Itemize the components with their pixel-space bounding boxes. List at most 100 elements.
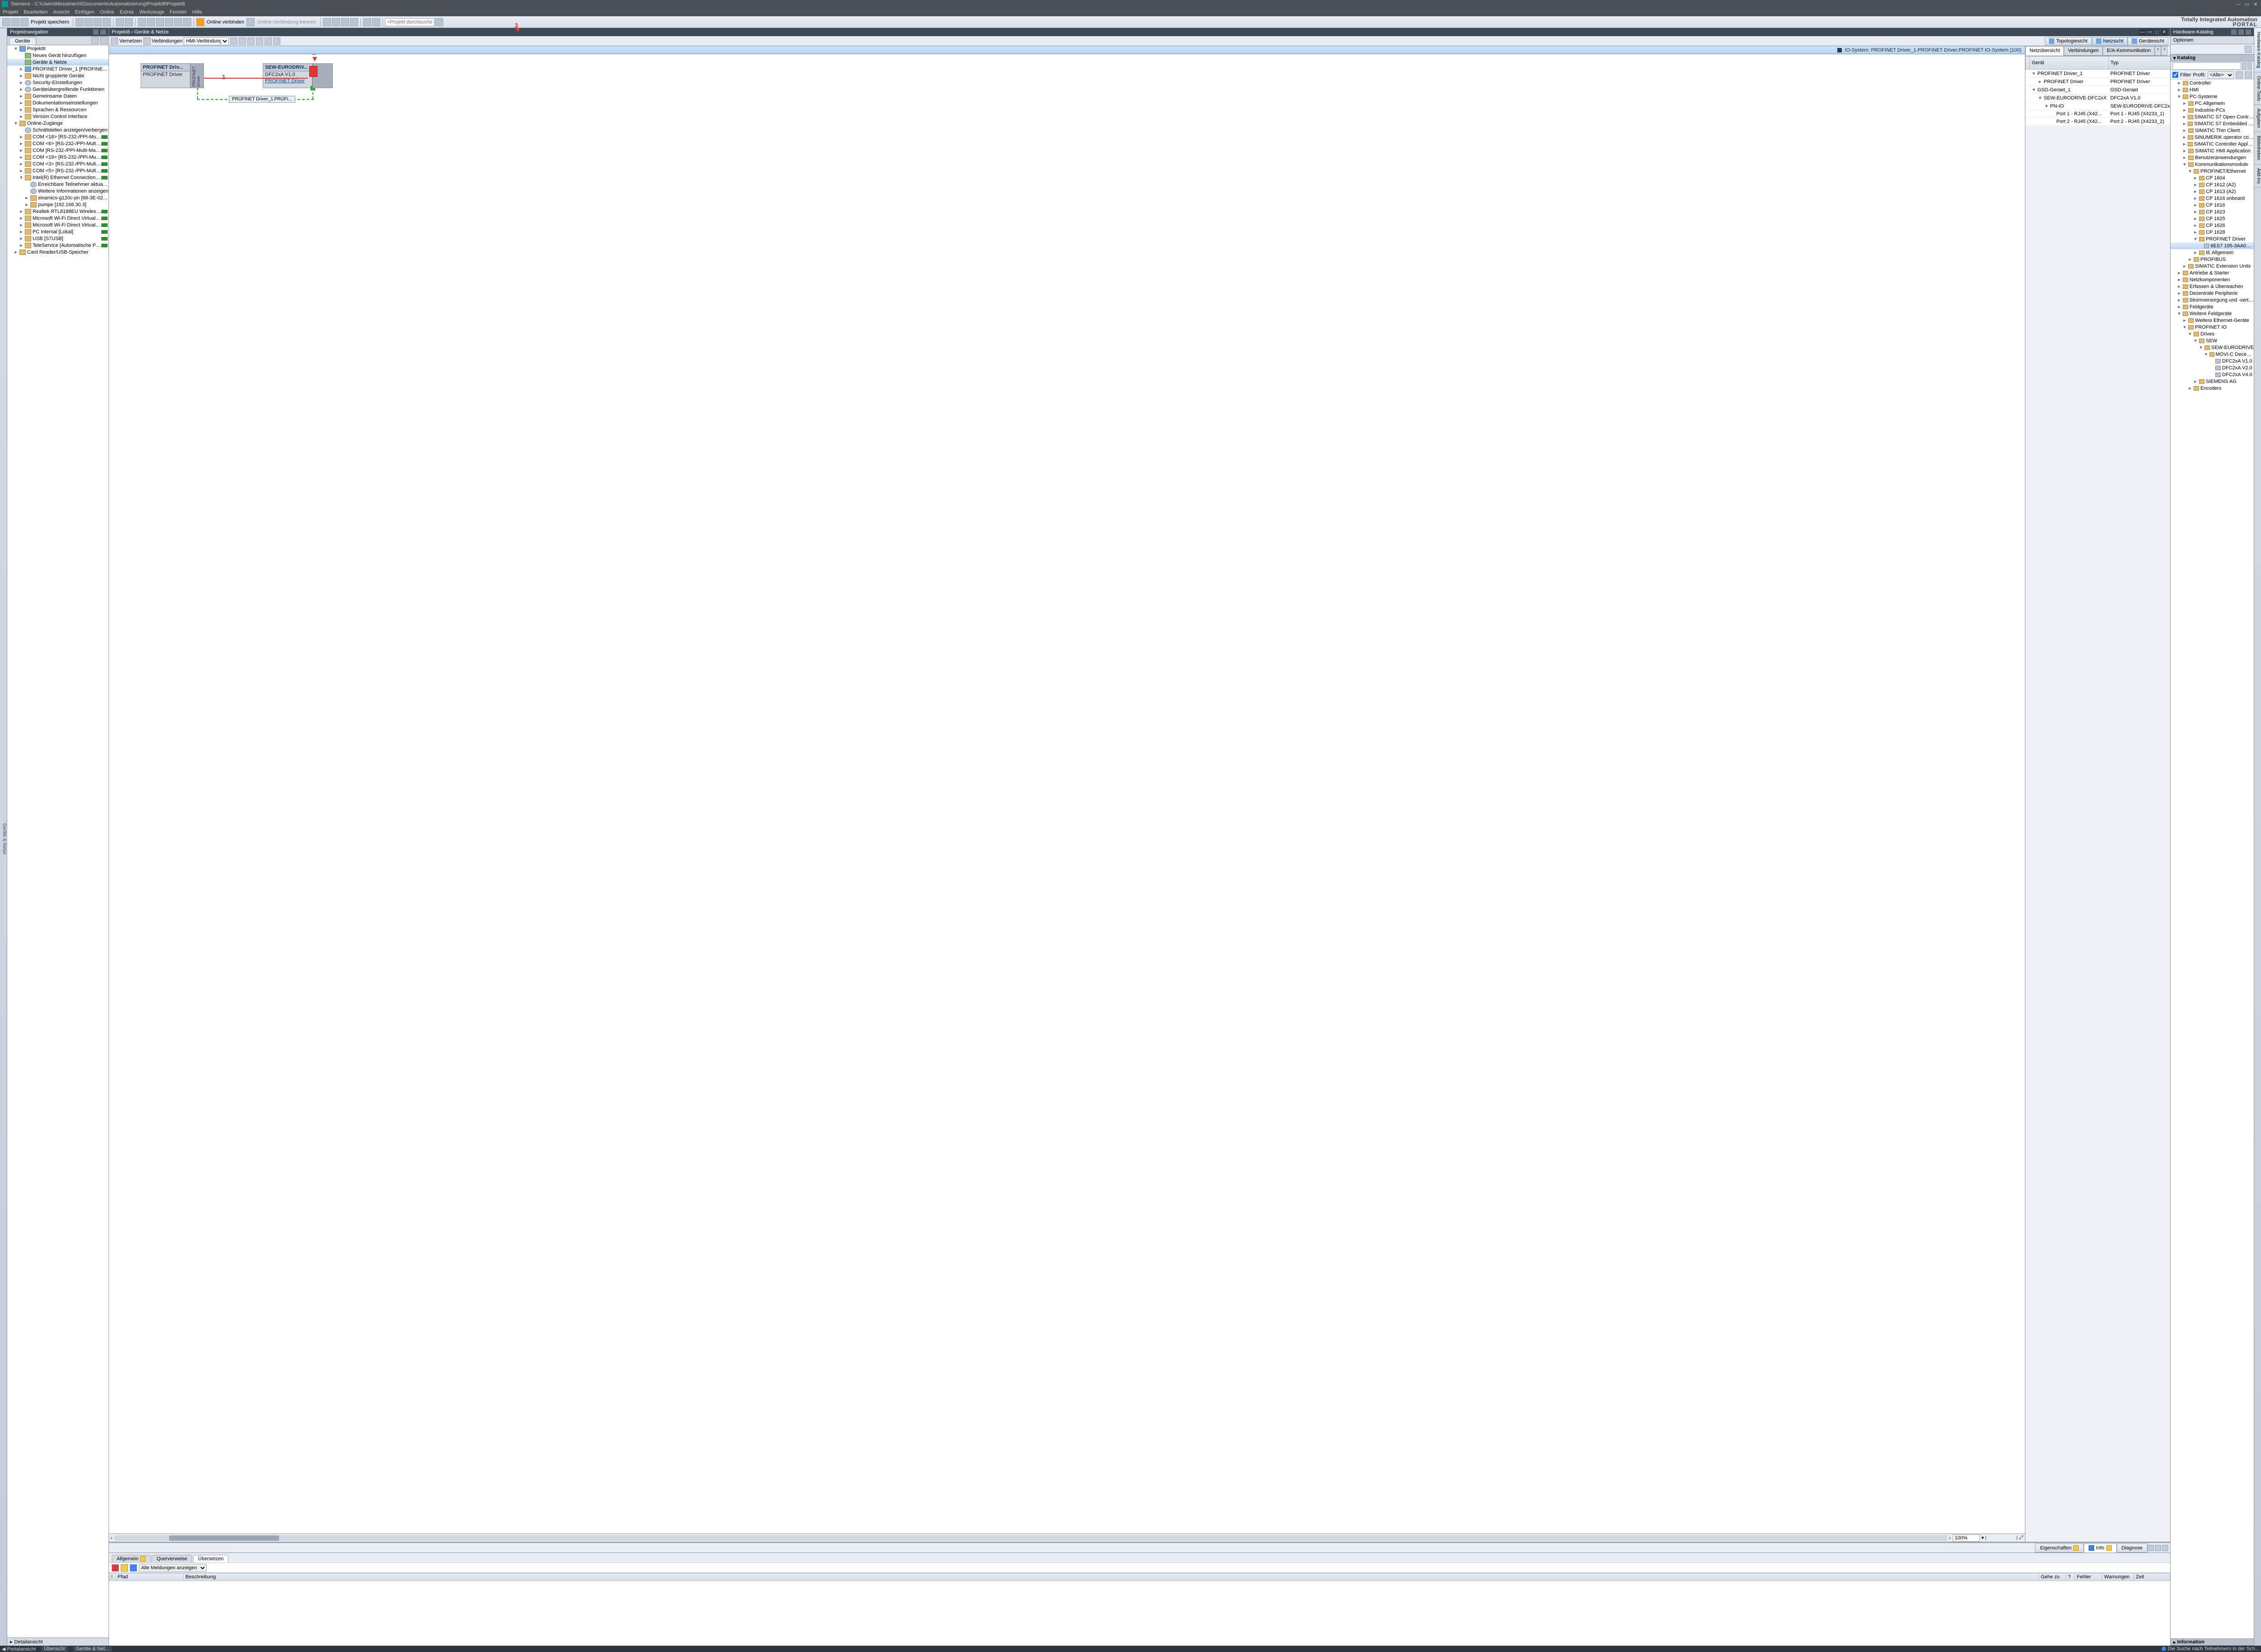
project-tree-item[interactable]: ▸Geräteübergreifende Funktionen	[7, 86, 109, 93]
project-tree-item[interactable]: ▸Dokumentationseinstellungen	[7, 99, 109, 106]
tree-twisty-icon[interactable]: ▸	[19, 154, 24, 160]
profinet-subnet-line[interactable]	[197, 88, 198, 99]
tree-twisty-icon[interactable]: ▸	[19, 242, 24, 248]
inspector-tool-icon[interactable]	[2155, 1545, 2161, 1551]
menu-werkzeuge[interactable]: Werkzeuge	[139, 9, 164, 15]
subnet-label[interactable]: PROFINET Driver_1.PROFI...	[229, 96, 295, 103]
catalog-tree-item[interactable]: ▸SIMATIC S7 Open Controller	[2171, 113, 2254, 120]
pane-tool-icon[interactable]	[2231, 29, 2237, 35]
catalog-search-button[interactable]	[2242, 62, 2247, 70]
tab-geraetesicht[interactable]: Gerätesicht	[2128, 37, 2168, 45]
tree-twisty-icon[interactable]: ▸	[2177, 297, 2181, 303]
toolbar-button[interactable]	[174, 18, 182, 26]
project-tree-item[interactable]: ▸sinamics-g120c-pn [68-3E-02-15-...	[7, 194, 109, 201]
col-pfad[interactable]: Pfad	[116, 1573, 184, 1581]
tab-netzuebersicht[interactable]: Netzübersicht	[2025, 46, 2064, 56]
tree-twisty-icon[interactable]: ▾	[2204, 351, 2208, 357]
tab-info[interactable]: Info	[2084, 1543, 2116, 1553]
rail-aufgaben[interactable]: Aufgaben	[2254, 105, 2261, 132]
tab-eigenschaften[interactable]: Eigenschaften	[2035, 1543, 2084, 1553]
toolbar-button[interactable]	[165, 18, 173, 26]
tree-twisty-icon[interactable]: ▸	[2182, 317, 2187, 323]
network-mode-icon[interactable]	[111, 38, 118, 45]
project-tree-item[interactable]: ▸Neues Gerät hinzufügen	[7, 52, 109, 59]
window-maximize-button[interactable]: ▭	[2243, 1, 2251, 7]
nettool-icon[interactable]	[230, 38, 237, 45]
tree-twisty-icon[interactable]: ▸	[2193, 202, 2198, 208]
project-tree-item[interactable]: ▸PROFINET Driver_1 [PROFINET Driv...	[7, 66, 109, 72]
device-profinet-slot[interactable]: PROFINET Driver	[190, 63, 204, 88]
scroll-left-button[interactable]: ‹	[111, 1535, 113, 1541]
tree-twisty-icon[interactable]: ▸	[2193, 229, 2198, 235]
network-canvas[interactable]: PROFINET Driv... PROFINET Driver PROFINE…	[109, 54, 2025, 1534]
search-lock-icon[interactable]	[435, 18, 443, 26]
col-zeit[interactable]: Zeit	[2134, 1573, 2170, 1581]
catalog-tree-item[interactable]: ▾PC-Systeme	[2171, 93, 2254, 100]
horizontal-scrollbar[interactable]	[114, 1535, 1947, 1541]
pin-icon[interactable]	[1837, 48, 1842, 52]
rail-hardware-katalog[interactable]: Hardware-Katalog	[2254, 28, 2261, 72]
rail-bibliotheken[interactable]: Bibliotheken	[2254, 132, 2261, 164]
catalog-tree-item[interactable]: ▾PROFINET Driver	[2171, 236, 2254, 242]
tree-twisty-icon[interactable]: ▸	[2177, 283, 2181, 289]
catalog-tree-item[interactable]: ▸CP 1628	[2171, 229, 2254, 236]
catalog-tree-item[interactable]: ▸SIMATIC Controller Applicati...	[2171, 141, 2254, 147]
catalog-tree-item[interactable]: ▸IE Allgemein	[2171, 249, 2254, 256]
menu-bearbeiten[interactable]: Bearbeiten	[24, 9, 47, 15]
tree-twisty-icon[interactable]: ▸	[2177, 87, 2181, 93]
catalog-tree-item[interactable]: ▾SEW-EURODRIVE	[2171, 344, 2254, 351]
project-tree[interactable]: ▾Projekt8▸Neues Gerät hinzufügen▸Geräte …	[7, 45, 109, 1638]
tab-verbindungen[interactable]: Verbindungen	[2064, 46, 2103, 56]
tree-tool-icon[interactable]	[100, 37, 108, 44]
tree-twisty-icon[interactable]: ▸	[19, 161, 24, 167]
tree-twisty-icon[interactable]: ▸	[2193, 189, 2198, 194]
tree-twisty-icon[interactable]: ▸	[2182, 107, 2187, 113]
tree-twisty-icon[interactable]: ▾	[2177, 311, 2181, 316]
tree-twisty-icon[interactable]: ▸	[2182, 148, 2187, 154]
tree-twisty-icon[interactable]: ▸	[2182, 127, 2187, 133]
tree-twisty-icon[interactable]: ▸	[2182, 141, 2186, 147]
zoom-tool-icon[interactable]: ⤢	[2019, 1535, 2023, 1541]
pane-collapse-icon[interactable]	[2246, 29, 2251, 35]
col-warnungen[interactable]: Warnungen	[2102, 1573, 2134, 1581]
menu-extras[interactable]: Extras	[120, 9, 134, 15]
col-q[interactable]: ?	[2066, 1573, 2075, 1581]
profile-tool-icon[interactable]	[2245, 71, 2252, 79]
catalog-search-clear-button[interactable]	[2247, 62, 2252, 70]
editor-minimize-button[interactable]: —	[2139, 29, 2146, 35]
project-tree-item[interactable]: ▾Intel(R) Ethernet Connection I217-LM	[7, 174, 109, 181]
tree-twisty-icon[interactable]: ▾	[2188, 168, 2192, 174]
copy-button[interactable]	[85, 18, 93, 26]
pane-tool-icon[interactable]	[2238, 29, 2244, 35]
toolbar-button[interactable]	[350, 18, 358, 26]
project-tree-item[interactable]: ▾Projekt8	[7, 45, 109, 52]
nettool-icon[interactable]	[247, 38, 255, 45]
project-tree-item[interactable]: ▸Version Control Interface	[7, 113, 109, 120]
project-tree-item[interactable]: ▸COM <19> [RS-232-/PPI-Multi-Master-K...	[7, 154, 109, 160]
tree-twisty-icon[interactable]: ▸	[19, 141, 24, 146]
catalog-tree-item[interactable]: ▸Encoders	[2171, 385, 2254, 392]
redo-button[interactable]	[125, 18, 133, 26]
tree-twisty-icon[interactable]: ▸	[2193, 209, 2198, 215]
catalog-tree-item[interactable]: ▸Erfassen & Überwachen	[2171, 283, 2254, 290]
toolbar-button[interactable]	[323, 18, 331, 26]
nettool-icon[interactable]	[265, 38, 272, 45]
catalog-tree-item[interactable]: ▾PROFINET/Ethernet	[2171, 168, 2254, 175]
menu-ansicht[interactable]: Ansicht	[53, 9, 69, 15]
rail-add-ins[interactable]: Add-Ins	[2254, 165, 2261, 188]
editor-close-button[interactable]: ✕	[2161, 29, 2167, 35]
catalog-tree-item[interactable]: ▸HMI	[2171, 86, 2254, 93]
io-system-bar[interactable]: IO-System: PROFINET Driver_1.PROFINET Dr…	[109, 46, 2025, 54]
zoom-dropdown-button[interactable]: ▾	[1982, 1535, 1984, 1541]
go-offline-icon[interactable]	[246, 18, 255, 26]
catalog-tree-item[interactable]: ▸PC Allgemein	[2171, 100, 2254, 107]
col-beschreibung[interactable]: Beschreibung	[184, 1573, 2039, 1581]
tree-tool-icon[interactable]	[91, 37, 99, 44]
project-tree-item[interactable]: ▸TeleService [Automatische Protokoller..…	[7, 242, 109, 249]
new-project-button[interactable]	[2, 18, 10, 26]
tree-twisty-icon[interactable]: ▸	[19, 215, 24, 221]
project-tree-item[interactable]: ▸COM <3> [RS-232-/PPI-Multi-Master-K...	[7, 160, 109, 167]
tree-twisty-icon[interactable]: ▸	[24, 202, 29, 208]
tree-twisty-icon[interactable]: ▸	[2177, 290, 2181, 296]
tab-geraete[interactable]: Geräte	[9, 37, 36, 45]
